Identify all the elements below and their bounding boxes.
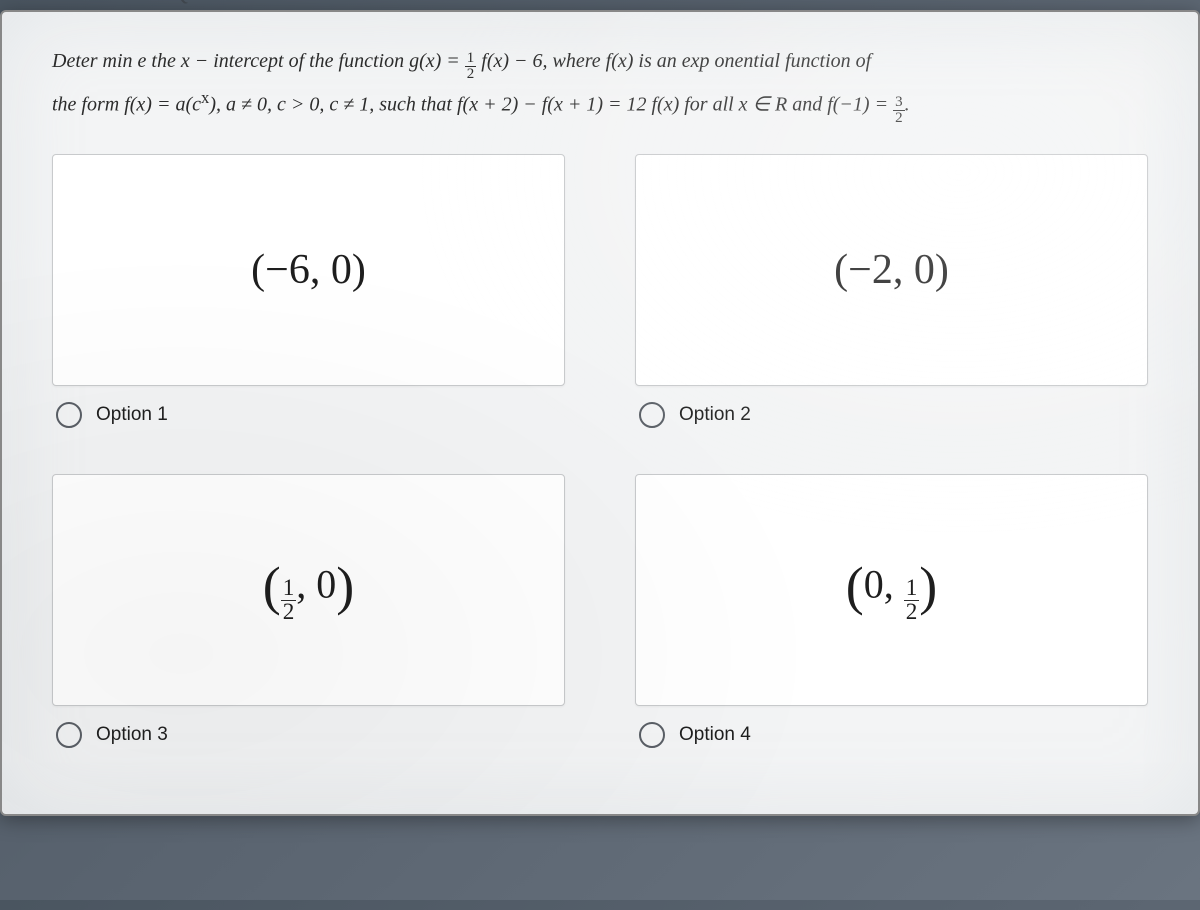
frac-numerator: 1 bbox=[465, 51, 477, 67]
option-2[interactable]: (−2, 0) Option 2 bbox=[635, 154, 1148, 454]
after-frac: , 0 bbox=[296, 561, 336, 606]
frac-denominator: 2 bbox=[465, 67, 477, 82]
option-1-math: (−6, 0) bbox=[251, 246, 366, 294]
frac-denominator: 2 bbox=[281, 601, 297, 624]
radio-icon[interactable] bbox=[56, 722, 82, 748]
radio-icon[interactable] bbox=[56, 402, 82, 428]
question-tag: Q1 bbox=[172, 0, 201, 6]
option-3-card: (12, 0) bbox=[52, 474, 565, 706]
question-sheet: Q1 Deter min e the x − intercept of the … bbox=[0, 10, 1200, 816]
close-paren: ) bbox=[919, 556, 937, 616]
radio-icon[interactable] bbox=[639, 722, 665, 748]
option-4-label: Option 4 bbox=[679, 724, 751, 746]
fraction-half: 12 bbox=[281, 577, 297, 624]
option-4-card: (0, 12) bbox=[635, 474, 1148, 706]
option-1-label: Option 1 bbox=[96, 404, 168, 426]
option-3-math: (12, 0) bbox=[263, 555, 355, 625]
option-2-radio-row[interactable]: Option 2 bbox=[635, 386, 1148, 454]
option-1-radio-row[interactable]: Option 1 bbox=[52, 386, 565, 454]
fraction-three-halves: 3 2 bbox=[893, 95, 905, 126]
option-3[interactable]: (12, 0) Option 3 bbox=[52, 474, 565, 774]
option-1[interactable]: (−6, 0) Option 1 bbox=[52, 154, 565, 454]
radio-icon[interactable] bbox=[639, 402, 665, 428]
q-line1-pre: Deter min e the x − intercept of the fun… bbox=[52, 50, 465, 72]
option-3-label: Option 3 bbox=[96, 724, 168, 746]
option-2-math: (−2, 0) bbox=[834, 246, 949, 294]
q-line2-pre: the form f(x) = a(c bbox=[52, 94, 201, 116]
frac-numerator: 1 bbox=[904, 577, 920, 601]
fraction-half: 12 bbox=[904, 577, 920, 624]
fraction-half: 1 2 bbox=[465, 51, 477, 82]
option-3-radio-row[interactable]: Option 3 bbox=[52, 706, 565, 774]
close-paren: ) bbox=[336, 556, 354, 616]
q-line2-mid: ), a ≠ 0, c > 0, c ≠ 1, such that f(x + … bbox=[209, 94, 893, 116]
before-frac: 0, bbox=[864, 561, 904, 606]
options-grid: (−6, 0) Option 1 (−2, 0) Option 2 (12, 0… bbox=[52, 154, 1148, 774]
option-2-label: Option 2 bbox=[679, 404, 751, 426]
option-4-math: (0, 12) bbox=[846, 555, 938, 625]
frac-numerator: 3 bbox=[893, 95, 905, 111]
q-line1-mid: f(x) − 6, where f(x) is an exp onential … bbox=[481, 50, 871, 72]
frac-numerator: 1 bbox=[281, 577, 297, 601]
question-text: Deter min e the x − intercept of the fun… bbox=[52, 42, 1148, 126]
frac-denominator: 2 bbox=[904, 601, 920, 624]
option-2-card: (−2, 0) bbox=[635, 154, 1148, 386]
option-4[interactable]: (0, 12) Option 4 bbox=[635, 474, 1148, 774]
option-4-radio-row[interactable]: Option 4 bbox=[635, 706, 1148, 774]
q-line2-end: . bbox=[905, 94, 910, 116]
frac-denominator: 2 bbox=[893, 111, 905, 126]
open-paren: ( bbox=[846, 556, 864, 616]
open-paren: ( bbox=[263, 556, 281, 616]
option-1-card: (−6, 0) bbox=[52, 154, 565, 386]
